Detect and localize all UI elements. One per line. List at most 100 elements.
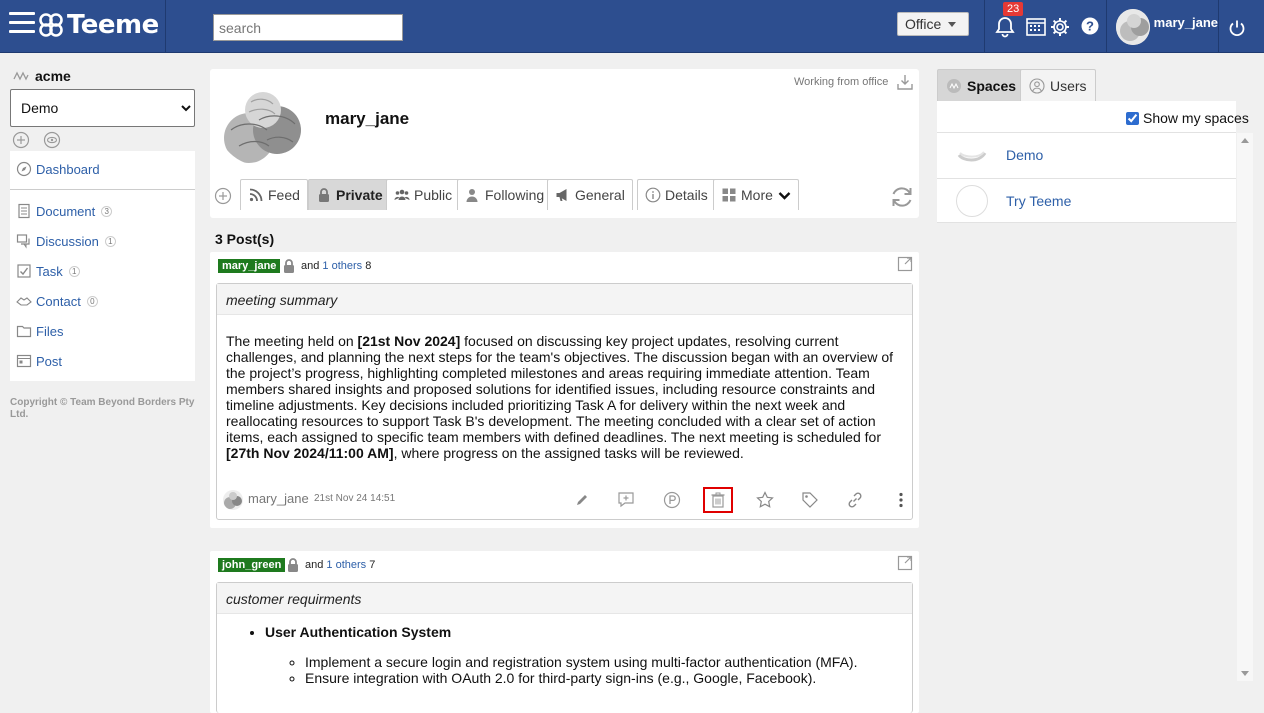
gear-icon[interactable] xyxy=(1049,16,1071,38)
brand-logo[interactable]: Teeme xyxy=(38,8,159,42)
post-sublist: Implement a secure login and registratio… xyxy=(305,654,903,686)
post-title: customer requirments xyxy=(217,583,912,614)
tab-general[interactable]: General xyxy=(547,179,633,210)
profile-avatar xyxy=(217,80,307,166)
more-options-button[interactable] xyxy=(890,489,912,511)
publish-button[interactable] xyxy=(661,489,683,511)
calendar-icon[interactable] xyxy=(1025,16,1047,38)
space-select[interactable]: Demo xyxy=(10,89,195,127)
org-name: acme xyxy=(35,68,71,84)
user-menu[interactable]: mary_jane xyxy=(1112,0,1218,53)
count-badge: 1 xyxy=(104,235,116,247)
contact-icon xyxy=(16,297,32,306)
office-status-label: Office xyxy=(905,16,942,32)
yarn-avatar-icon xyxy=(217,80,307,166)
open-external-icon[interactable] xyxy=(897,555,913,571)
sidebar-item-dashboard[interactable]: Dashboard xyxy=(16,161,100,177)
eye-icon[interactable] xyxy=(43,131,61,149)
publish-icon xyxy=(663,491,681,509)
post-card: mary_jane and 1 others 8 meeting summary… xyxy=(210,252,919,528)
help-icon[interactable]: ? xyxy=(1081,17,1099,35)
tag-button[interactable] xyxy=(799,489,821,511)
add-circle-icon[interactable] xyxy=(12,131,30,149)
post-count: 3 Post(s) xyxy=(215,231,275,247)
post-timestamp: 21st Nov 24 14:51 xyxy=(314,493,396,504)
tab-spaces[interactable]: Spaces xyxy=(937,69,1026,101)
sidebar-nav: Dashboard Document 3 Discussion 1 Task 1… xyxy=(10,151,195,381)
delete-button[interactable] xyxy=(703,487,733,513)
profile-card: mary_jane Working from office Feed Priva… xyxy=(210,69,919,218)
compass-icon xyxy=(16,161,32,177)
divider xyxy=(10,189,195,190)
others-count: 7 xyxy=(369,559,376,571)
sidebar-item-label: Document xyxy=(36,203,96,219)
divider xyxy=(165,0,166,53)
add-comment-button[interactable] xyxy=(615,489,637,511)
link-button[interactable] xyxy=(844,489,866,511)
task-icon xyxy=(17,264,31,278)
sidebar-item-document[interactable]: Document 3 xyxy=(16,203,113,219)
document-icon xyxy=(18,203,30,219)
sidebar-item-label: Dashboard xyxy=(36,161,100,177)
tab-feed[interactable]: Feed xyxy=(240,179,308,210)
refresh-icon[interactable] xyxy=(889,184,915,210)
tab-public[interactable]: Public xyxy=(386,179,461,210)
sidebar-item-label: Files xyxy=(36,323,64,339)
sidebar-item-files[interactable]: Files xyxy=(16,323,63,339)
sidebar-item-post[interactable]: Post xyxy=(16,353,62,369)
post-body: User Authentication System Implement a s… xyxy=(217,614,912,686)
edit-button[interactable] xyxy=(571,489,593,511)
sidebar-item-label: Post xyxy=(36,353,63,369)
post-author-tag[interactable]: john_green xyxy=(218,558,286,572)
download-icon[interactable] xyxy=(896,73,914,91)
list-item: User Authentication System Implement a s… xyxy=(265,624,903,686)
post-author-tag[interactable]: mary_jane xyxy=(218,259,281,273)
tab-label: Following xyxy=(485,187,545,203)
scroll-up-arrow[interactable] xyxy=(1241,138,1249,143)
others-link[interactable]: 1 others xyxy=(326,559,366,571)
search-input[interactable] xyxy=(213,14,403,41)
count-badge: 1 xyxy=(68,265,80,277)
post-footer-author[interactable]: mary_jane xyxy=(248,491,309,506)
add-circle-icon[interactable] xyxy=(214,187,232,205)
star-button[interactable] xyxy=(754,489,776,511)
tab-label: General xyxy=(575,187,625,203)
space-item[interactable]: Try Teeme xyxy=(937,178,1236,223)
folder-icon xyxy=(16,325,32,338)
post-text: focused on discussing key project update… xyxy=(226,333,894,445)
avatar xyxy=(223,490,243,510)
list-item: Implement a secure login and registratio… xyxy=(305,654,903,670)
sidebar-item-label: Contact xyxy=(36,293,81,309)
sidebar-item-label: Task xyxy=(36,263,63,279)
scrollbar[interactable] xyxy=(1237,133,1253,681)
space-item[interactable]: Demo xyxy=(937,132,1236,177)
sidebar-item-discussion[interactable]: Discussion 1 xyxy=(16,233,116,249)
pencil-icon xyxy=(577,495,587,505)
bell-icon[interactable] xyxy=(993,15,1017,39)
office-status-dropdown[interactable]: Office xyxy=(897,12,969,36)
others-link[interactable]: 1 others xyxy=(322,260,362,272)
post-card: john_green and 1 others 7 customer requi… xyxy=(210,551,919,713)
show-my-spaces-checkbox[interactable] xyxy=(1126,111,1139,125)
spaces-icon xyxy=(947,78,961,93)
tab-private[interactable]: Private xyxy=(308,179,391,210)
list-item: Ensure integration with OAuth 2.0 for th… xyxy=(305,670,903,686)
show-my-spaces-toggle[interactable]: Show my spaces xyxy=(1126,110,1249,126)
space-image-placeholder xyxy=(956,184,988,217)
scroll-down-arrow[interactable] xyxy=(1241,671,1249,676)
post-shared-with: and 1 others 7 xyxy=(305,559,375,571)
tab-details[interactable]: Details xyxy=(637,179,716,210)
and-text: and xyxy=(301,260,320,272)
post-footer: mary_jane 21st Nov 24 14:51 xyxy=(217,483,912,519)
tab-users[interactable]: Users xyxy=(1020,69,1096,101)
space-image xyxy=(956,139,988,171)
hamburger-menu-icon[interactable] xyxy=(9,12,35,34)
sidebar-item-contact[interactable]: Contact 0 xyxy=(16,293,98,309)
teeme-logo-icon xyxy=(39,13,63,37)
avatar xyxy=(1116,8,1150,45)
open-external-icon[interactable] xyxy=(897,256,913,272)
tab-following[interactable]: Following xyxy=(457,179,553,210)
tab-more[interactable]: More xyxy=(713,179,799,210)
power-icon[interactable] xyxy=(1228,19,1246,37)
sidebar-item-task[interactable]: Task 1 xyxy=(16,263,80,279)
